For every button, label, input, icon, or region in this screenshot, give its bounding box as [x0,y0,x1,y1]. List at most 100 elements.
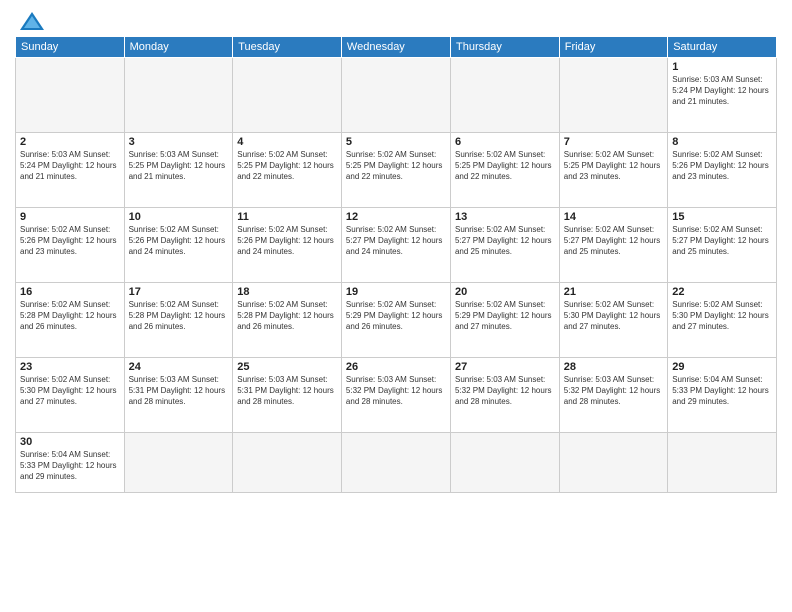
calendar-cell: 8 Sunrise: 5:02 AM Sunset: 5:26 PM Daylig… [668,133,777,208]
date-number: 3 [129,136,229,148]
calendar-cell: 11 Sunrise: 5:02 AM Sunset: 5:26 PM Dayli… [233,208,342,283]
cell-info: Sunrise: 5:02 AM Sunset: 5:29 PM Dayligh… [346,300,446,332]
calendar-cell: 18Sunrise: 5:02 AM Sunset: 5:28 PM Dayli… [233,283,342,358]
date-number: 21 [564,286,663,298]
date-number: 8 [672,136,772,148]
calendar: SundayMondayTuesdayWednesdayThursdayFrid… [15,36,777,493]
header [15,10,777,28]
cell-info: Sunrise: 5:02 AM Sunset: 5:30 PM Dayligh… [564,300,663,332]
calendar-cell: 12 Sunrise: 5:02 AM Sunset: 5:27 PM Dayli… [341,208,450,283]
calendar-cell: 29 Sunrise: 5:04 AM Sunset: 5:33 PM Dayli… [668,358,777,433]
cell-info: Sunrise: 5:02 AM Sunset: 5:26 PM Dayligh… [672,150,772,182]
weekday-header-saturday: Saturday [668,37,777,58]
cell-info: Sunrise: 5:02 AM Sunset: 5:25 PM Dayligh… [237,150,337,182]
weekday-header-row: SundayMondayTuesdayWednesdayThursdayFrid… [16,37,777,58]
calendar-row-2: 9 Sunrise: 5:02 AM Sunset: 5:26 PM Daylig… [16,208,777,283]
calendar-row-1: 2 Sunrise: 5:03 AM Sunset: 5:24 PM Daylig… [16,133,777,208]
calendar-cell [668,433,777,493]
calendar-cell: 22 Sunrise: 5:02 AM Sunset: 5:30 PM Dayli… [668,283,777,358]
date-number: 30 [20,436,120,448]
cell-info: Sunrise: 5:02 AM Sunset: 5:27 PM Dayligh… [346,225,446,257]
date-number: 25 [237,361,337,373]
calendar-row-4: 23Sunrise: 5:02 AM Sunset: 5:30 PM Dayli… [16,358,777,433]
calendar-cell [559,433,667,493]
calendar-cell [450,58,559,133]
date-number: 23 [20,361,120,373]
calendar-cell: 24 Sunrise: 5:03 AM Sunset: 5:31 PM Dayli… [124,358,233,433]
cell-info: Sunrise: 5:03 AM Sunset: 5:31 PM Dayligh… [237,375,337,407]
date-number: 24 [129,361,229,373]
calendar-cell: 9 Sunrise: 5:02 AM Sunset: 5:26 PM Daylig… [16,208,125,283]
date-number: 19 [346,286,446,298]
date-number: 10 [129,211,229,223]
cell-info: Sunrise: 5:02 AM Sunset: 5:26 PM Dayligh… [237,225,337,257]
calendar-cell [124,58,233,133]
cell-info: Sunrise: 5:04 AM Sunset: 5:33 PM Dayligh… [20,450,120,482]
calendar-cell: 27 Sunrise: 5:03 AM Sunset: 5:32 PM Dayli… [450,358,559,433]
calendar-cell: 13 Sunrise: 5:02 AM Sunset: 5:27 PM Dayli… [450,208,559,283]
date-number: 27 [455,361,555,373]
cell-info: Sunrise: 5:02 AM Sunset: 5:30 PM Dayligh… [672,300,772,332]
cell-info: Sunrise: 5:02 AM Sunset: 5:25 PM Dayligh… [564,150,663,182]
cell-info: Sunrise: 5:03 AM Sunset: 5:32 PM Dayligh… [346,375,446,407]
date-number: 1 [672,61,772,73]
cell-info: Sunrise: 5:02 AM Sunset: 5:29 PM Dayligh… [455,300,555,332]
calendar-cell: 10Sunrise: 5:02 AM Sunset: 5:26 PM Dayli… [124,208,233,283]
cell-info: Sunrise: 5:02 AM Sunset: 5:28 PM Dayligh… [129,300,229,332]
date-number: 2 [20,136,120,148]
calendar-cell: 3 Sunrise: 5:03 AM Sunset: 5:25 PM Daylig… [124,133,233,208]
cell-info: Sunrise: 5:03 AM Sunset: 5:24 PM Dayligh… [20,150,120,182]
calendar-cell: 17 Sunrise: 5:02 AM Sunset: 5:28 PM Dayli… [124,283,233,358]
cell-info: Sunrise: 5:03 AM Sunset: 5:32 PM Dayligh… [564,375,663,407]
calendar-cell [450,433,559,493]
cell-info: Sunrise: 5:03 AM Sunset: 5:31 PM Dayligh… [129,375,229,407]
date-number: 22 [672,286,772,298]
calendar-cell: 20Sunrise: 5:02 AM Sunset: 5:29 PM Dayli… [450,283,559,358]
weekday-header-friday: Friday [559,37,667,58]
weekday-header-monday: Monday [124,37,233,58]
weekday-header-tuesday: Tuesday [233,37,342,58]
calendar-cell: 28 Sunrise: 5:03 AM Sunset: 5:32 PM Dayli… [559,358,667,433]
cell-info: Sunrise: 5:03 AM Sunset: 5:25 PM Dayligh… [129,150,229,182]
date-number: 16 [20,286,120,298]
calendar-cell: 30 Sunrise: 5:04 AM Sunset: 5:33 PM Dayli… [16,433,125,493]
cell-info: Sunrise: 5:02 AM Sunset: 5:27 PM Dayligh… [455,225,555,257]
logo-text [15,10,46,32]
calendar-cell: 25 Sunrise: 5:03 AM Sunset: 5:31 PM Dayli… [233,358,342,433]
date-number: 17 [129,286,229,298]
calendar-cell [233,433,342,493]
cell-info: Sunrise: 5:02 AM Sunset: 5:25 PM Dayligh… [455,150,555,182]
calendar-cell [559,58,667,133]
cell-info: Sunrise: 5:03 AM Sunset: 5:32 PM Dayligh… [455,375,555,407]
cell-info: Sunrise: 5:02 AM Sunset: 5:26 PM Dayligh… [20,225,120,257]
date-number: 7 [564,136,663,148]
date-number: 12 [346,211,446,223]
weekday-header-sunday: Sunday [16,37,125,58]
date-number: 13 [455,211,555,223]
date-number: 26 [346,361,446,373]
calendar-cell: 5Sunrise: 5:02 AM Sunset: 5:25 PM Daylig… [341,133,450,208]
calendar-cell: 21 Sunrise: 5:02 AM Sunset: 5:30 PM Dayli… [559,283,667,358]
cell-info: Sunrise: 5:03 AM Sunset: 5:24 PM Dayligh… [672,75,772,107]
logo [15,10,46,28]
date-number: 5 [346,136,446,148]
calendar-row-3: 16 Sunrise: 5:02 AM Sunset: 5:28 PM Dayli… [16,283,777,358]
cell-info: Sunrise: 5:02 AM Sunset: 5:27 PM Dayligh… [672,225,772,257]
page: SundayMondayTuesdayWednesdayThursdayFrid… [0,0,792,612]
calendar-cell: 26 Sunrise: 5:03 AM Sunset: 5:32 PM Dayli… [341,358,450,433]
calendar-cell: 1 Sunrise: 5:03 AM Sunset: 5:24 PM Daylig… [668,58,777,133]
date-number: 11 [237,211,337,223]
date-number: 15 [672,211,772,223]
calendar-cell: 4Sunrise: 5:02 AM Sunset: 5:25 PM Daylig… [233,133,342,208]
date-number: 18 [237,286,337,298]
calendar-cell: 14Sunrise: 5:02 AM Sunset: 5:27 PM Dayli… [559,208,667,283]
calendar-cell [124,433,233,493]
cell-info: Sunrise: 5:02 AM Sunset: 5:28 PM Dayligh… [20,300,120,332]
calendar-cell: 7 Sunrise: 5:02 AM Sunset: 5:25 PM Daylig… [559,133,667,208]
calendar-cell: 15 Sunrise: 5:02 AM Sunset: 5:27 PM Dayli… [668,208,777,283]
date-number: 28 [564,361,663,373]
date-number: 29 [672,361,772,373]
calendar-cell [341,433,450,493]
cell-info: Sunrise: 5:04 AM Sunset: 5:33 PM Dayligh… [672,375,772,407]
date-number: 9 [20,211,120,223]
